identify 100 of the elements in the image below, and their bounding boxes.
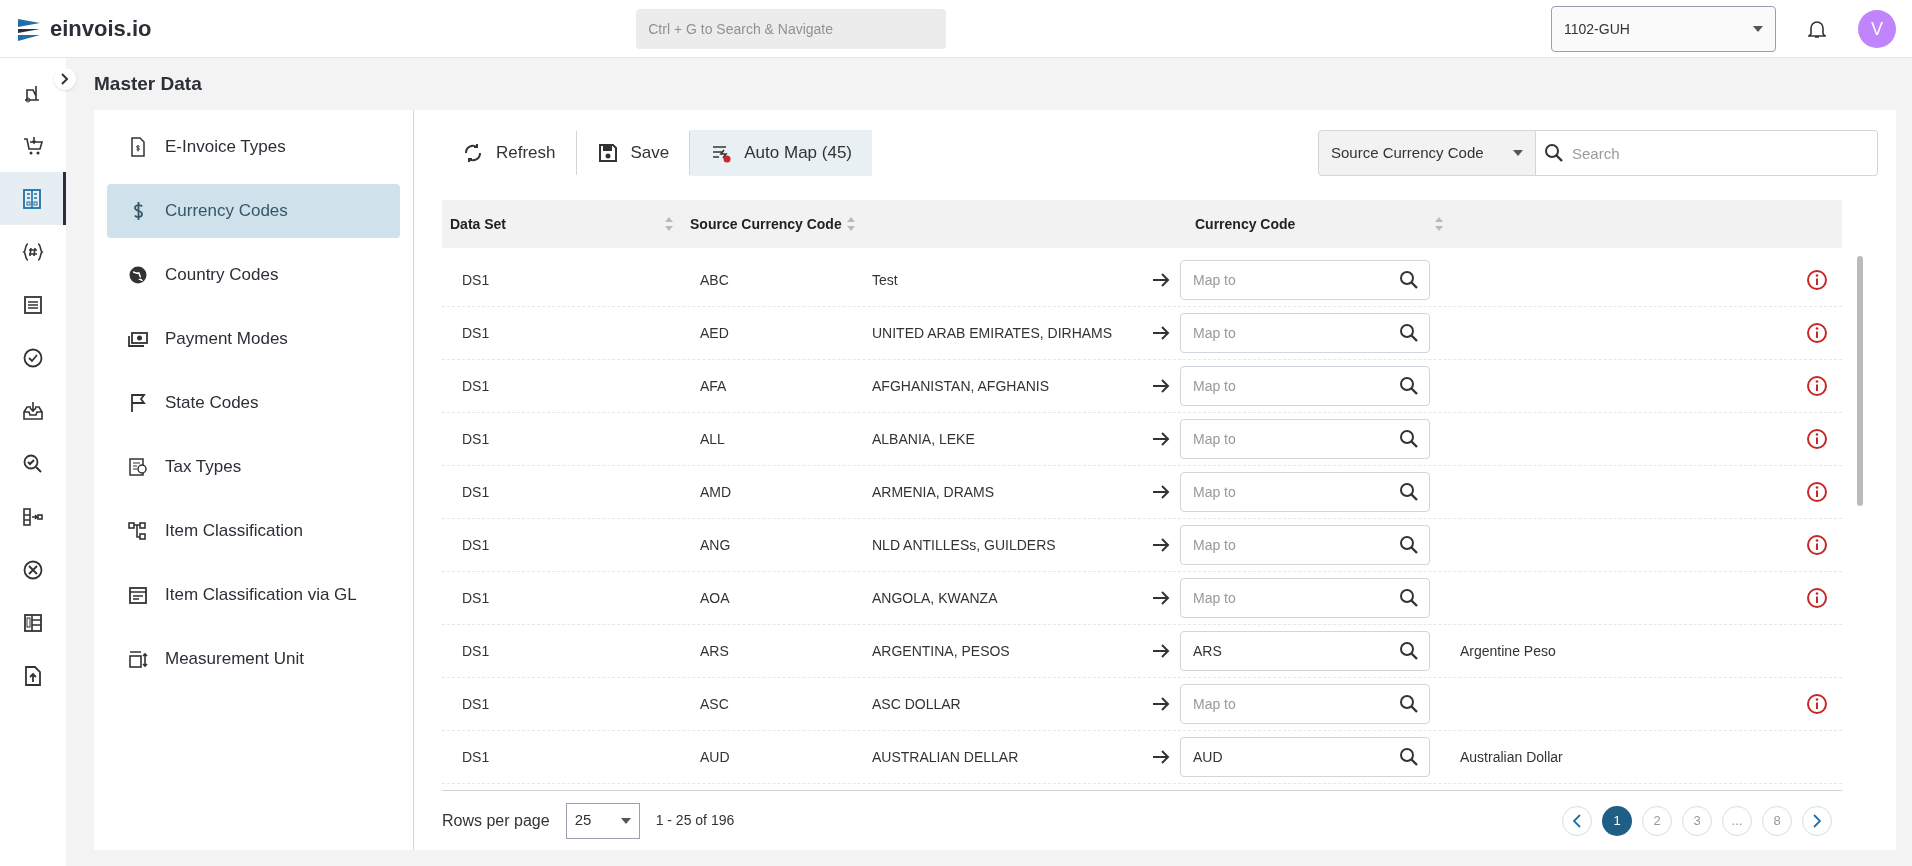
table-cell-text: Test — [872, 270, 899, 290]
table-cell-text: DS1 — [461, 323, 491, 343]
rows-per-page-label: Rows per page — [442, 810, 550, 831]
search-field[interactable]: Ctrl + G to Search & Navigate — [636, 8, 947, 49]
menu-item[interactable]: Measurement Unit — [107, 632, 400, 686]
map-field[interactable]: Map to — [1180, 472, 1430, 512]
map-field[interactable]: Map to — [1180, 525, 1430, 565]
table-cell-text: AFGHANISTAN, AFGHANIS — [872, 376, 1051, 396]
caret-icon — [620, 817, 631, 824]
table-cell-text: ALBANIA, LEKE — [872, 429, 976, 449]
search-icon — [1399, 376, 1419, 396]
warning-icon[interactable] — [1806, 534, 1828, 556]
table-cell-text: AMD — [699, 482, 733, 502]
menu-item[interactable]: Payment Modes — [107, 312, 400, 366]
input-field[interactable]: ARS — [1193, 640, 1399, 662]
arrow-right-icon — [1152, 273, 1170, 287]
expand-button[interactable] — [54, 68, 76, 90]
warning-icon[interactable] — [1806, 375, 1828, 397]
search-icon — [1399, 535, 1419, 555]
rows-per-page-select[interactable]: 25 — [565, 802, 640, 839]
toolbar-button[interactable]: Auto Map (45) — [690, 130, 872, 176]
table-cell-text: ARS — [699, 641, 730, 661]
map-field[interactable]: Map to — [1180, 684, 1430, 724]
sort-icon — [845, 216, 856, 232]
input-field[interactable]: Map to — [1193, 322, 1399, 344]
search-icon — [1399, 323, 1419, 343]
arrow-right-icon — [1152, 326, 1170, 340]
page-range: 1 - 25 of 196 — [655, 811, 735, 830]
chevron-right-icon — [61, 73, 69, 85]
warning-icon[interactable] — [1806, 428, 1828, 450]
menu-item[interactable]: Tax Types — [107, 440, 400, 494]
bell-icon[interactable] — [1808, 18, 1826, 39]
search-icon — [1399, 588, 1419, 608]
input-field[interactable]: Map to — [1193, 428, 1399, 450]
table-cell-text: DS1 — [461, 747, 491, 767]
menu-item[interactable]: Currency Codes — [107, 184, 400, 238]
table-cell-text: AUD — [699, 747, 731, 767]
menu-item[interactable]: Country Codes — [107, 248, 400, 302]
input-field[interactable]: Map to — [1193, 534, 1399, 556]
map-field[interactable]: Map to — [1180, 578, 1430, 618]
table-cell-text: ASC DOLLAR — [872, 694, 962, 714]
table-cell-text: ASC — [699, 694, 730, 714]
mapped-name: Argentine Peso — [1460, 641, 1557, 661]
chevron-right-icon — [1813, 813, 1821, 828]
warning-icon[interactable] — [1806, 693, 1828, 715]
table-cell-text: AED — [699, 323, 730, 343]
map-field[interactable]: Map to — [1180, 366, 1430, 406]
table-cell-text: DS1 — [461, 641, 491, 661]
table-cell-text: AOA — [699, 588, 731, 608]
menu-icon — [127, 584, 149, 606]
arrow-right-icon — [1152, 432, 1170, 446]
map-field[interactable]: AUD — [1180, 737, 1430, 777]
column-header: Data Set — [442, 213, 682, 235]
input-field[interactable]: Map to — [1193, 693, 1399, 715]
table-cell-text: ARMENIA, DRAMS — [872, 482, 996, 502]
menu-icon — [127, 456, 149, 478]
menu-item[interactable]: Item Classification via GL — [107, 568, 400, 622]
caret-icon — [1513, 150, 1523, 156]
map-field[interactable]: ARS — [1180, 631, 1430, 671]
table-cell-text: ARGENTINA, PESOS — [872, 641, 1011, 661]
search-icon — [1399, 747, 1419, 767]
warning-icon[interactable] — [1806, 269, 1828, 291]
input-field[interactable]: Map to — [1193, 375, 1399, 397]
input-field[interactable]: Map to — [1193, 269, 1399, 291]
page-button[interactable]: 1 — [1602, 805, 1632, 836]
toolbar-button[interactable]: Refresh — [442, 130, 576, 176]
warning-icon[interactable] — [1806, 587, 1828, 609]
table-cell-text: DS1 — [461, 588, 491, 608]
table-cell-text: NLD ANTILLESs, GUILDERS — [872, 535, 1057, 555]
warning-icon[interactable] — [1806, 481, 1828, 503]
company-select[interactable]: 1102-GUH — [1551, 5, 1776, 52]
map-field[interactable]: Map to — [1180, 419, 1430, 459]
menu-item[interactable]: State Codes — [107, 376, 400, 430]
search-icon — [1399, 641, 1419, 661]
search-icon — [1399, 694, 1419, 714]
input-field[interactable]: Map to — [1193, 587, 1399, 609]
search-icon — [1399, 270, 1419, 290]
arrow-right-icon — [1152, 591, 1170, 605]
toolbar-button[interactable]: Save — [576, 130, 690, 176]
column-select[interactable]: Source Currency Code — [1318, 130, 1536, 176]
menu-item[interactable]: Item Classification — [107, 504, 400, 558]
arrow-right-icon — [1152, 644, 1170, 658]
column-header: Currency Code — [1187, 213, 1452, 235]
menu-item[interactable]: E-Invoice Types — [107, 120, 400, 174]
map-field[interactable]: Map to — [1180, 260, 1430, 300]
map-field[interactable]: Map to — [1180, 313, 1430, 353]
table-cell-text: DS1 — [461, 482, 491, 502]
table-cell-text: ANG — [699, 535, 732, 555]
nav-item[interactable] — [0, 172, 66, 225]
menu-icon — [127, 264, 149, 286]
arrow-right-icon — [1152, 697, 1170, 711]
input-field[interactable]: Map to — [1193, 481, 1399, 503]
warning-icon[interactable] — [1806, 322, 1828, 344]
table-cell-text: ANGOLA, KWANZA — [872, 588, 999, 608]
input-field[interactable]: AUD — [1193, 746, 1399, 768]
table-cell-text: DS1 — [461, 535, 491, 555]
scrollbar-thumb[interactable] — [1857, 256, 1863, 506]
arrow-right-icon — [1152, 750, 1170, 764]
refresh-icon — [462, 142, 484, 164]
search-icon — [1399, 429, 1419, 449]
